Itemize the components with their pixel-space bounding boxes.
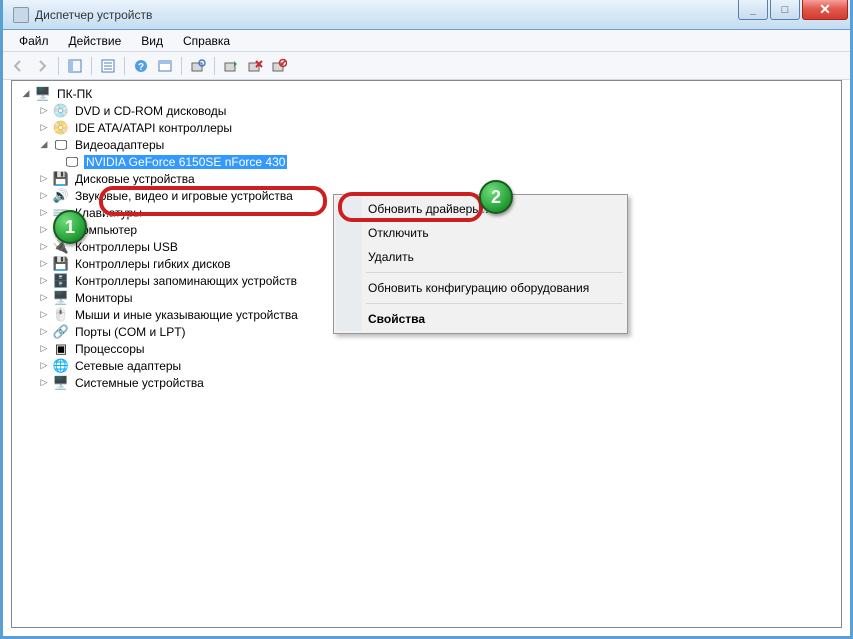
tree-root[interactable]: ◢ 🖥️ ПК-ПК <box>16 85 837 102</box>
svg-text:?: ? <box>138 62 144 73</box>
menu-bar: Файл Действие Вид Справка <box>3 30 850 52</box>
help-button[interactable]: ? <box>130 55 152 77</box>
expand-icon[interactable]: ▷ <box>38 343 50 355</box>
toolbar-separator <box>214 57 215 75</box>
back-button[interactable] <box>7 55 29 77</box>
tree-label: Мониторы <box>73 291 134 305</box>
tree-label: Системные устройства <box>73 376 206 390</box>
expand-icon[interactable]: ▷ <box>38 258 50 270</box>
display-adapter-icon: 🖵 <box>53 137 69 153</box>
device-manager-window: Диспетчер устройств _ □ ✕ Файл Действие … <box>0 0 853 639</box>
ctx-delete[interactable]: Удалить <box>336 245 625 269</box>
tree-label: Видеоадаптеры <box>73 138 166 152</box>
tree-category-dvd[interactable]: ▷ 💿 DVD и CD-ROM дисководы <box>16 102 837 119</box>
tree-label: ПК-ПК <box>55 87 94 101</box>
cpu-icon: ▣ <box>53 341 69 357</box>
ctx-scan-hardware[interactable]: Обновить конфигурацию оборудования <box>336 276 625 300</box>
uninstall-button[interactable] <box>244 55 266 77</box>
scan-hardware-button[interactable] <box>187 55 209 77</box>
app-icon <box>13 7 29 23</box>
tree-category-processors[interactable]: ▷ ▣ Процессоры <box>16 340 837 357</box>
tree-device-gpu[interactable]: 🖵 NVIDIA GeForce 6150SE nForce 430 <box>16 153 837 170</box>
tool-icon[interactable] <box>154 55 176 77</box>
tree-category-disk[interactable]: ▷ 💾 Дисковые устройства <box>16 170 837 187</box>
serial-port-icon: 🔗 <box>53 324 69 340</box>
tree-label: DVD и CD-ROM дисководы <box>73 104 228 118</box>
toolbar-separator <box>124 57 125 75</box>
expand-icon[interactable]: ▷ <box>38 190 50 202</box>
tree-label: NVIDIA GeForce 6150SE nForce 430 <box>84 155 287 169</box>
toolbar-separator <box>91 57 92 75</box>
forward-button[interactable] <box>31 55 53 77</box>
expand-icon[interactable]: ▷ <box>38 309 50 321</box>
expand-icon[interactable]: ▷ <box>38 207 50 219</box>
disk-icon: 💾 <box>53 171 69 187</box>
show-hide-tree-button[interactable] <box>64 55 86 77</box>
callout-badge-2: 2 <box>479 180 513 214</box>
toolbar-separator <box>181 57 182 75</box>
expand-icon[interactable]: ▷ <box>38 105 50 117</box>
menu-separator <box>366 272 623 273</box>
computer-icon: 🖥️ <box>35 86 51 102</box>
tree-label: Контроллеры USB <box>73 240 180 254</box>
display-adapter-icon: 🖵 <box>64 154 80 170</box>
expand-icon[interactable]: ▷ <box>38 122 50 134</box>
expand-icon[interactable]: ▷ <box>38 360 50 372</box>
tree-label: Мыши и иные указывающие устройства <box>73 308 300 322</box>
tree-label: Процессоры <box>73 342 147 356</box>
monitor-icon: 🖥️ <box>53 290 69 306</box>
expand-icon[interactable]: ▷ <box>38 292 50 304</box>
expand-icon[interactable]: ▷ <box>38 241 50 253</box>
menu-file[interactable]: Файл <box>9 32 59 50</box>
device-tree-panel[interactable]: ◢ 🖥️ ПК-ПК ▷ 💿 DVD и CD-ROM дисководы ▷ … <box>11 80 842 628</box>
tree-label: Сетевые адаптеры <box>73 359 183 373</box>
properties-button[interactable] <box>97 55 119 77</box>
close-button[interactable]: ✕ <box>802 0 848 20</box>
title-bar: Диспетчер устройств _ □ ✕ <box>3 0 850 30</box>
maximize-button[interactable]: □ <box>770 0 800 20</box>
menu-view[interactable]: Вид <box>131 32 173 50</box>
disc-icon: 💿 <box>53 103 69 119</box>
controller-icon: 📀 <box>53 120 69 136</box>
mouse-icon: 🖱️ <box>53 307 69 323</box>
tree-category-video[interactable]: ◢ 🖵 Видеоадаптеры <box>16 136 837 153</box>
ctx-properties[interactable]: Свойства <box>336 307 625 331</box>
menu-action[interactable]: Действие <box>59 32 132 50</box>
tree-category-network[interactable]: ▷ 🌐 Сетевые адаптеры <box>16 357 837 374</box>
sound-icon: 🔊 <box>53 188 69 204</box>
disable-button[interactable] <box>268 55 290 77</box>
expand-icon[interactable]: ▷ <box>38 224 50 236</box>
tree-label: Порты (COM и LPT) <box>73 325 188 339</box>
callout-ring-2 <box>338 192 483 222</box>
system-device-icon: 🖥️ <box>53 375 69 391</box>
tree-category-ide[interactable]: ▷ 📀 IDE ATA/ATAPI контроллеры <box>16 119 837 136</box>
menu-separator <box>366 303 623 304</box>
tree-label: Контроллеры гибких дисков <box>73 257 233 271</box>
collapse-icon[interactable]: ◢ <box>20 88 32 100</box>
tree-label: IDE ATA/ATAPI контроллеры <box>73 121 234 135</box>
ctx-disable[interactable]: Отключить <box>336 221 625 245</box>
expand-icon[interactable]: ▷ <box>38 326 50 338</box>
tree-label: Контроллеры запоминающих устройств <box>73 274 299 288</box>
tree-label: Дисковые устройства <box>73 172 197 186</box>
minimize-button[interactable]: _ <box>738 0 768 20</box>
floppy-icon: 💾 <box>53 256 69 272</box>
toolbar: ? <box>3 52 850 80</box>
collapse-icon[interactable]: ◢ <box>38 139 50 151</box>
window-title: Диспетчер устройств <box>35 8 152 22</box>
update-driver-button[interactable] <box>220 55 242 77</box>
menu-help[interactable]: Справка <box>173 32 240 50</box>
callout-badge-1: 1 <box>53 210 87 244</box>
tree-category-system[interactable]: ▷ 🖥️ Системные устройства <box>16 374 837 391</box>
storage-icon: 🗄️ <box>53 273 69 289</box>
expand-icon[interactable]: ▷ <box>38 173 50 185</box>
callout-ring-1 <box>99 186 327 216</box>
toolbar-separator <box>58 57 59 75</box>
network-icon: 🌐 <box>53 358 69 374</box>
expand-icon[interactable]: ▷ <box>38 275 50 287</box>
expand-icon[interactable]: ▷ <box>38 377 50 389</box>
window-controls: _ □ ✕ <box>736 0 848 20</box>
